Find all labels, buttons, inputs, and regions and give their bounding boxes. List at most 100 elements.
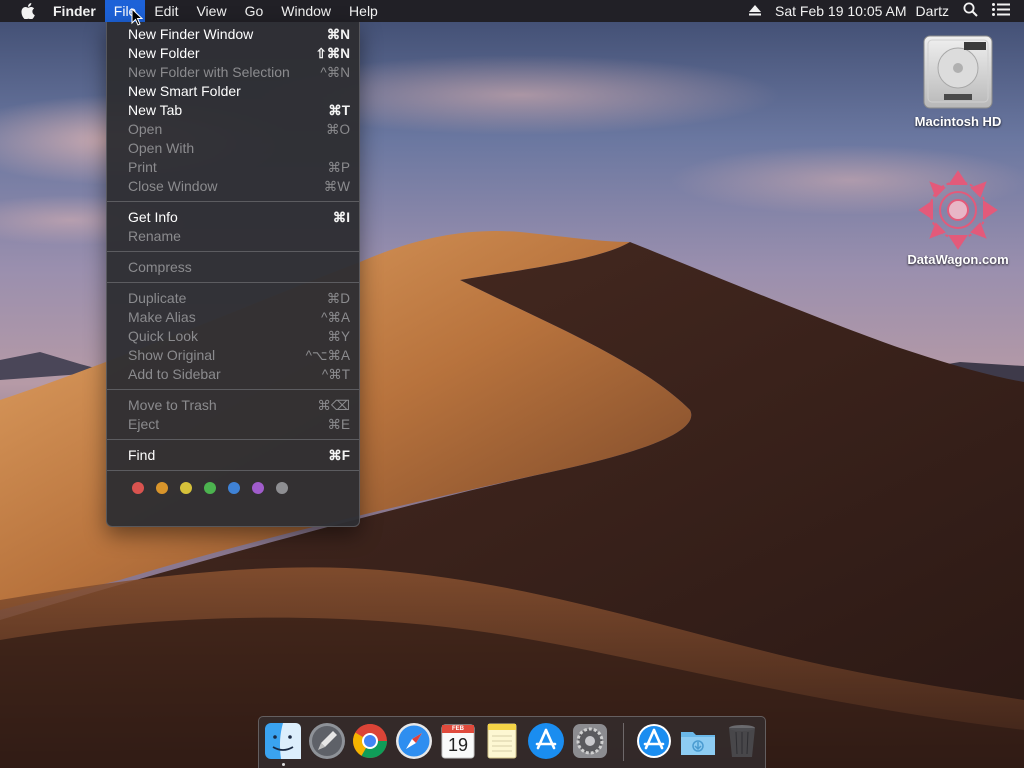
dock-trash[interactable] [723,722,761,760]
menu-item-shortcut: ⌘Y [327,329,350,344]
menu-help[interactable]: Help [340,0,387,22]
menu-item-open-with[interactable]: Open With [107,139,359,158]
menu-clock[interactable]: Sat Feb 19 10:05 AM [775,3,907,19]
menu-separator [107,470,359,471]
dock-finder[interactable] [264,722,302,760]
menu-separator [107,439,359,440]
menu-item-label: Close Window [128,178,218,194]
menu-item-label: Make Alias [128,309,196,325]
menu-item-compress[interactable]: Compress [107,258,359,277]
menu-item-label: New Smart Folder [128,83,241,99]
trash-icon [729,725,755,757]
dock-app-store[interactable] [527,722,565,760]
system-preferences-icon [573,724,607,758]
menu-item-find[interactable]: Find ⌘F [107,446,359,465]
menu-window[interactable]: Window [272,0,340,22]
menu-item-close-window[interactable]: Close Window ⌘W [107,177,359,196]
menu-app-finder[interactable]: Finder [45,0,105,22]
menu-item-duplicate[interactable]: Duplicate ⌘D [107,289,359,308]
menu-item-label: New Folder [128,45,200,61]
menu-item-shortcut: ⌘P [327,160,350,175]
tag-color-6[interactable] [276,482,288,494]
menu-item-eject[interactable]: Eject ⌘E [107,415,359,434]
dock-downloads[interactable] [679,722,717,760]
menu-item-shortcut: ⌘W [323,179,350,194]
menu-item-label: Quick Look [128,328,199,344]
eject-icon[interactable] [749,3,762,19]
menu-item-add-to-sidebar[interactable]: Add to Sidebar ^⌘T [107,365,359,384]
tag-color-3[interactable] [204,482,216,494]
dock-separator [623,723,624,761]
dock-system-preferences[interactable] [571,722,609,760]
menu-item-shortcut: ⇧⌘N [315,46,350,61]
dock-chrome[interactable] [351,722,389,760]
menu-item-label: Rename [128,228,181,244]
menu-item-shortcut: ^⌥⌘A [305,348,350,363]
calendar-day: 19 [447,735,469,755]
tag-color-5[interactable] [252,482,264,494]
menu-item-get-info[interactable]: Get Info ⌘I [107,208,359,227]
notes-icon [487,723,517,759]
menu-item-shortcut: ⌘N [326,27,350,42]
menu-item-label: New Tab [128,102,183,118]
menu-edit[interactable]: Edit [145,0,187,22]
tag-color-0[interactable] [132,482,144,494]
spotlight-search-icon[interactable] [963,2,978,20]
notification-center-icon[interactable] [992,3,1010,19]
mouse-cursor-icon [131,7,144,31]
calendar-month: FEB [452,726,464,732]
dock-launchpad[interactable] [308,722,346,760]
menu-item-label: Move to Trash [128,397,217,413]
menu-item-label: Print [128,159,157,175]
tag-color-4[interactable] [228,482,240,494]
dock-safari[interactable] [395,722,433,760]
menu-item-new-folder[interactable]: New Folder ⇧⌘N [107,44,359,63]
dock-calendar[interactable]: FEB 19 [439,722,477,760]
menu-go[interactable]: Go [236,0,273,22]
menu-item-label: New Folder with Selection [128,64,290,80]
downloads-folder-icon [681,732,715,755]
menu-item-print[interactable]: Print ⌘P [107,158,359,177]
running-indicator [282,763,285,766]
menu-item-shortcut: ⌘E [327,417,350,432]
desktop-icon-label: Macintosh HD [914,114,1002,129]
menu-item-new-tab[interactable]: New Tab ⌘T [107,101,359,120]
desktop-icon-macintosh-hd[interactable]: Macintosh HD [903,32,1013,129]
menu-item-label: Open [128,121,163,137]
app-store-icon [637,724,671,758]
dock-notes[interactable] [483,722,521,760]
menu-item-shortcut: ^⌘A [321,310,350,325]
menu-item-label: Open With [128,140,195,156]
menu-item-quick-look[interactable]: Quick Look ⌘Y [107,327,359,346]
tag-color-1[interactable] [156,482,168,494]
menu-item-shortcut: ⌘O [325,122,350,137]
app-store-icon [528,723,564,759]
menu-separator [107,389,359,390]
menu-item-open[interactable]: Open ⌘O [107,120,359,139]
menu-item-label: Compress [128,259,192,275]
menu-item-label: New Finder Window [128,26,254,42]
menu-separator [107,251,359,252]
dock-app-store-downloads[interactable] [635,722,673,760]
tag-color-2[interactable] [180,482,192,494]
menu-item-shortcut: ⌘D [326,291,350,306]
menu-item-shortcut: ⌘I [332,210,350,225]
menu-item-make-alias[interactable]: Make Alias ^⌘A [107,308,359,327]
menu-item-show-original[interactable]: Show Original ^⌥⌘A [107,346,359,365]
apple-icon[interactable] [17,0,39,22]
mandala-icon [903,168,1013,252]
desktop-icon-datawagon[interactable]: DataWagon.com [903,168,1013,267]
menu-user[interactable]: Dartz [916,3,949,19]
menu-item-label: Find [128,447,156,463]
launchpad-icon [309,723,345,759]
menu-item-new-finder-window[interactable]: New Finder Window ⌘N [107,25,359,44]
menu-item-new-folder-with-selection[interactable]: New Folder with Selection ^⌘N [107,63,359,82]
menu-view[interactable]: View [187,0,235,22]
menu-item-new-smart-folder[interactable]: New Smart Folder [107,82,359,101]
menu-item-label: Show Original [128,347,216,363]
dock: FEB 19 [258,716,766,768]
finder-icon [265,723,301,759]
menu-item-move-to-trash[interactable]: Move to Trash ⌘⌫ [107,396,359,415]
menu-item-label: Eject [128,416,160,432]
menu-item-rename[interactable]: Rename [107,227,359,246]
